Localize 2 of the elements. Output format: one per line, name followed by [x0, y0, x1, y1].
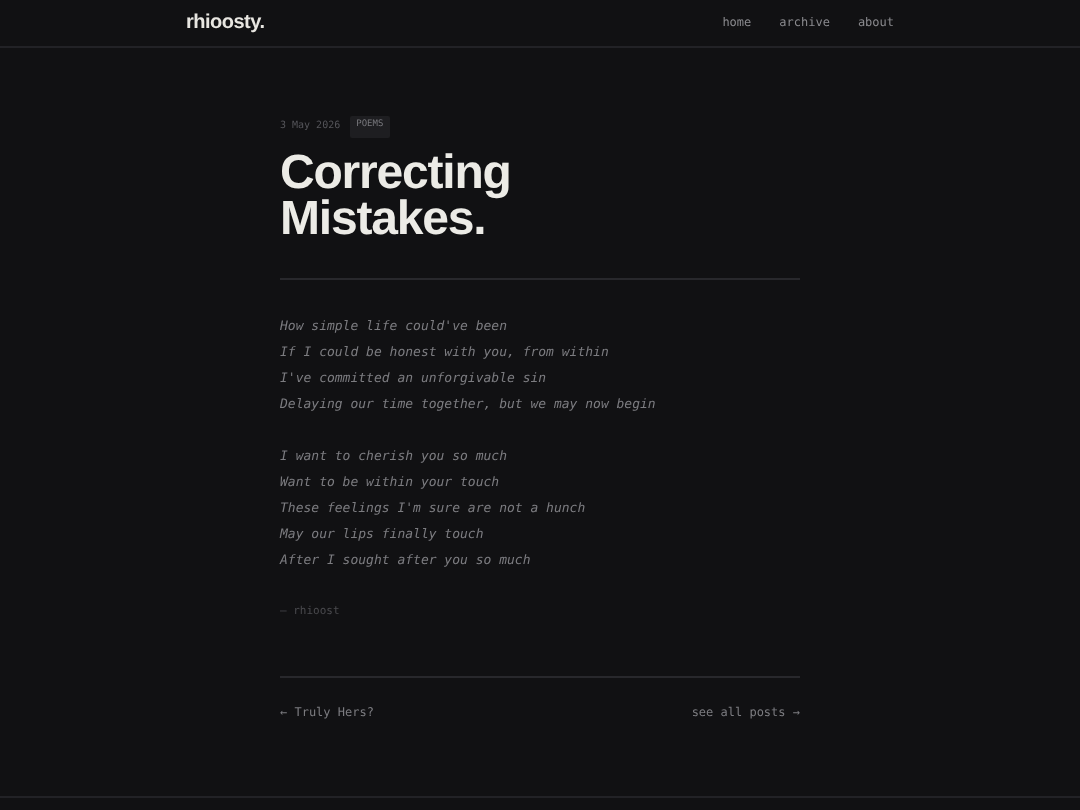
site-logo[interactable]: rhioosty. — [186, 8, 265, 38]
post-title: Correcting Mistakes. — [280, 149, 513, 242]
